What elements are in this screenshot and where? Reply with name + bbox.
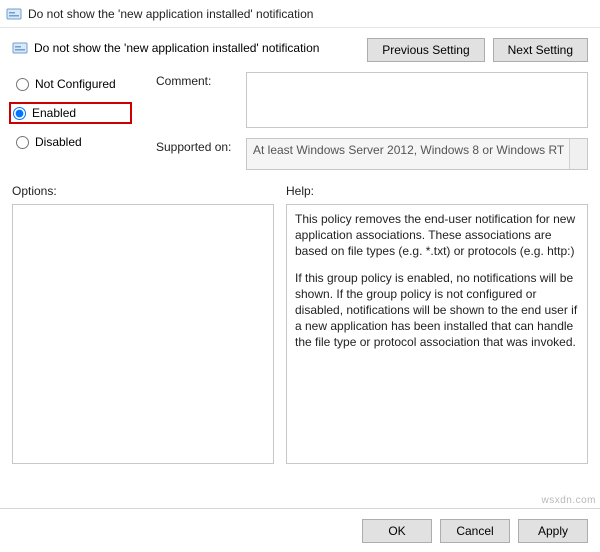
radio-not-configured-label: Not Configured (35, 77, 116, 91)
help-section: Help: This policy removes the end-user n… (286, 184, 588, 464)
radio-enabled-input[interactable] (13, 107, 26, 120)
titlebar: Do not show the 'new application install… (0, 0, 600, 28)
radio-disabled-label: Disabled (35, 135, 82, 149)
bottom-bar: OK Cancel Apply (0, 508, 600, 552)
content-area: Do not show the 'new application install… (0, 28, 600, 464)
options-panel (12, 204, 274, 464)
apply-button[interactable]: Apply (518, 519, 588, 543)
ok-button[interactable]: OK (362, 519, 432, 543)
nav-buttons: Previous Setting Next Setting (367, 38, 588, 62)
comment-textarea[interactable] (246, 72, 588, 128)
supported-label: Supported on: (156, 138, 238, 170)
header-row: Do not show the 'new application install… (12, 36, 588, 62)
watermark: wsxdn.com (541, 495, 596, 506)
previous-setting-button[interactable]: Previous Setting (367, 38, 484, 62)
fields-grid: Comment: Supported on: At least Windows … (156, 72, 588, 170)
sections-row: Options: Help: This policy removes the e… (12, 184, 588, 464)
comment-label: Comment: (156, 72, 238, 128)
policy-window-icon (6, 6, 22, 22)
policy-title-text: Do not show the 'new application install… (34, 41, 319, 55)
radio-not-configured-input[interactable] (16, 78, 29, 91)
state-area: Not Configured Enabled Disabled Comment:… (12, 72, 588, 170)
next-setting-button[interactable]: Next Setting (493, 38, 588, 62)
options-label: Options: (12, 184, 274, 198)
radio-enabled[interactable]: Enabled (9, 102, 132, 124)
cancel-button[interactable]: Cancel (440, 519, 510, 543)
radio-disabled[interactable]: Disabled (12, 134, 132, 150)
help-label: Help: (286, 184, 588, 198)
help-text-p2: If this group policy is enabled, no noti… (295, 270, 579, 351)
policy-title: Do not show the 'new application install… (12, 36, 319, 56)
state-radios: Not Configured Enabled Disabled (12, 72, 132, 150)
options-section: Options: (12, 184, 274, 464)
supported-on-box: At least Windows Server 2012, Windows 8 … (246, 138, 588, 170)
radio-enabled-label: Enabled (32, 106, 76, 120)
help-text-p1: This policy removes the end-user notific… (295, 211, 579, 260)
window-title: Do not show the 'new application install… (28, 7, 313, 21)
policy-icon (12, 40, 28, 56)
radio-disabled-input[interactable] (16, 136, 29, 149)
help-panel: This policy removes the end-user notific… (286, 204, 588, 464)
radio-not-configured[interactable]: Not Configured (12, 76, 132, 92)
supported-on-text: At least Windows Server 2012, Windows 8 … (253, 143, 564, 157)
